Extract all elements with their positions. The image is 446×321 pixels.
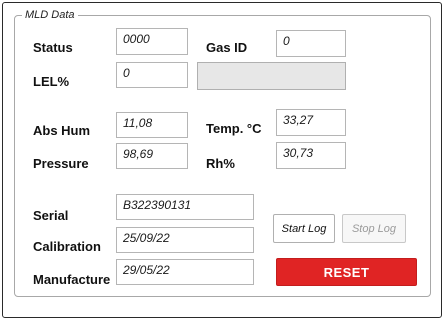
pressure-field[interactable]: 98,69 [116, 143, 188, 169]
start-log-button[interactable]: Start Log [273, 214, 335, 243]
status-label: Status [33, 40, 73, 55]
abs-hum-field[interactable]: 11,08 [116, 112, 188, 138]
reset-button[interactable]: RESET [276, 258, 417, 286]
stop-log-button[interactable]: Stop Log [342, 214, 406, 243]
rh-label: Rh% [206, 156, 235, 171]
calibration-label: Calibration [33, 239, 101, 254]
temp-label: Temp. °C [206, 121, 262, 136]
lel-label: LEL% [33, 74, 70, 89]
pressure-label: Pressure [33, 156, 89, 171]
group-title: MLD Data [22, 9, 78, 21]
calibration-field[interactable]: 25/09/22 [116, 227, 254, 253]
gas-id-label: Gas ID [206, 40, 248, 55]
status-field[interactable]: 0000 [116, 28, 188, 55]
serial-label: Serial [33, 208, 69, 223]
lel-extra-field [197, 62, 346, 90]
rh-field[interactable]: 30,73 [276, 142, 346, 169]
serial-field[interactable]: B322390131 [116, 194, 254, 220]
manufacture-field[interactable]: 29/05/22 [116, 259, 254, 285]
gas-id-field[interactable]: 0 [276, 30, 346, 57]
manufacture-label: Manufacture [33, 272, 111, 287]
abs-hum-label: Abs Hum [33, 123, 91, 138]
lel-field[interactable]: 0 [116, 62, 188, 88]
temp-field[interactable]: 33,27 [276, 109, 346, 136]
